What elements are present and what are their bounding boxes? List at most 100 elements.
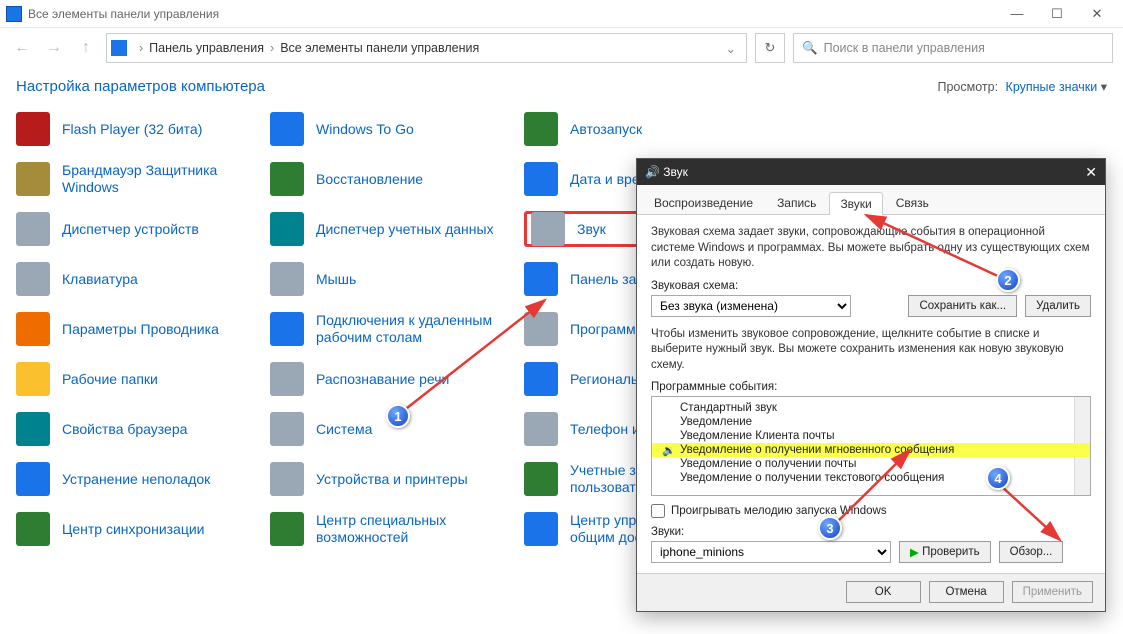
page-header: Настройка параметров компьютера Просмотр… <box>0 68 1123 111</box>
control-panel-item[interactable]: Распознавание речи <box>270 361 520 397</box>
annotation-marker-2: 2 <box>996 268 1020 292</box>
event-item[interactable]: 🔉Уведомление о получении мгновенного соо… <box>652 443 1090 457</box>
close-button[interactable]: ✕ <box>1077 2 1117 26</box>
up-button[interactable]: ↑ <box>74 36 98 60</box>
forward-button[interactable]: → <box>42 36 66 60</box>
control-panel-item[interactable]: Flash Player (32 бита) <box>16 111 266 147</box>
sound-select[interactable]: iphone_minions <box>651 541 891 563</box>
annotation-marker-1: 1 <box>386 404 410 428</box>
item-icon <box>16 362 50 396</box>
search-placeholder: Поиск в панели управления <box>824 41 985 55</box>
control-panel-item[interactable]: Диспетчер устройств <box>16 211 266 247</box>
sound-icon: 🔉 <box>662 444 676 457</box>
annotation-marker-3: 3 <box>818 516 842 540</box>
refresh-button[interactable]: ↻ <box>755 33 785 63</box>
browse-button[interactable]: Обзор... <box>999 541 1064 563</box>
event-item[interactable]: Уведомление Клиента почты <box>652 429 1090 443</box>
control-panel-item[interactable]: Автозапуск <box>524 111 774 147</box>
item-label: Распознавание речи <box>316 371 449 388</box>
control-panel-item[interactable]: Мышь <box>270 261 520 297</box>
breadcrumb-current[interactable]: Все элементы панели управления <box>280 41 479 55</box>
dialog-close-button[interactable]: ✕ <box>1085 164 1097 181</box>
control-panel-item[interactable]: Подключения к удаленным рабочим столам <box>270 311 520 347</box>
maximize-button[interactable]: ☐ <box>1037 2 1077 26</box>
item-icon <box>270 412 304 446</box>
events-listbox[interactable]: Стандартный звукУведомлениеУведомление К… <box>651 396 1091 496</box>
item-label: Мышь <box>316 271 356 288</box>
item-icon <box>16 262 50 296</box>
item-label: Восстановление <box>316 171 423 188</box>
item-icon <box>270 162 304 196</box>
search-input[interactable]: 🔍 Поиск в панели управления <box>793 33 1113 63</box>
item-label: Устройства и принтеры <box>316 471 468 488</box>
tab-Звуки[interactable]: Звуки <box>829 192 882 215</box>
play-startup-checkbox[interactable]: Проигрывать мелодию запуска Windows <box>651 504 1091 518</box>
apply-button[interactable]: Применить <box>1012 581 1093 603</box>
item-icon <box>270 362 304 396</box>
page-title: Настройка параметров компьютера <box>16 78 265 95</box>
item-icon <box>16 312 50 346</box>
dialog-title: Звук <box>663 165 688 179</box>
item-label: Подключения к удаленным рабочим столам <box>316 312 520 346</box>
control-panel-item[interactable]: Рабочие папки <box>16 361 266 397</box>
speaker-icon: 🔊 <box>645 165 660 179</box>
item-label: Свойства браузера <box>62 421 187 438</box>
item-label: Центр специальных возможностей <box>316 512 520 546</box>
scheme-label: Звуковая схема: <box>651 280 1091 292</box>
view-mode-selector[interactable]: Просмотр: Крупные значки ▾ <box>937 79 1107 94</box>
cancel-button[interactable]: Отмена <box>929 581 1004 603</box>
tab-Связь[interactable]: Связь <box>885 191 940 214</box>
breadcrumb[interactable]: › Панель управления › Все элементы панел… <box>106 33 747 63</box>
control-panel-item[interactable]: Центр специальных возможностей <box>270 511 520 547</box>
tab-Воспроизведение[interactable]: Воспроизведение <box>643 191 764 214</box>
item-label: Система <box>316 421 372 438</box>
item-icon <box>16 412 50 446</box>
control-panel-item[interactable]: Параметры Проводника <box>16 311 266 347</box>
item-icon <box>524 112 558 146</box>
tab-Запись[interactable]: Запись <box>766 191 827 214</box>
control-panel-item[interactable]: Восстановление <box>270 161 520 197</box>
item-icon <box>524 412 558 446</box>
item-icon <box>16 112 50 146</box>
delete-button[interactable]: Удалить <box>1025 295 1091 317</box>
control-panel-item[interactable]: Устранение неполадок <box>16 461 266 497</box>
item-icon <box>270 312 304 346</box>
save-as-button[interactable]: Сохранить как... <box>908 295 1017 317</box>
item-icon <box>16 162 50 196</box>
scheme-description: Звуковая схема задает звуки, сопровождаю… <box>651 225 1091 272</box>
breadcrumb-dropdown-icon[interactable]: ⌄ <box>720 41 742 56</box>
chevron-down-icon: ▾ <box>1101 80 1107 94</box>
event-item[interactable]: Стандартный звук <box>652 401 1090 415</box>
control-panel-item[interactable]: Windows To Go <box>270 111 520 147</box>
control-panel-item[interactable]: Устройства и принтеры <box>270 461 520 497</box>
dialog-titlebar: 🔊 Звук ✕ <box>637 159 1105 185</box>
control-panel-item[interactable]: Диспетчер учетных данных <box>270 211 520 247</box>
app-icon <box>6 6 22 22</box>
back-button[interactable]: ← <box>10 36 34 60</box>
window-titlebar: Все элементы панели управления — ☐ ✕ <box>0 0 1123 28</box>
control-panel-item[interactable]: Центр синхронизации <box>16 511 266 547</box>
item-icon <box>270 512 304 546</box>
item-icon <box>524 512 558 546</box>
test-button[interactable]: ▶ Проверить <box>899 541 991 563</box>
item-label: Диспетчер учетных данных <box>316 221 494 238</box>
item-icon <box>16 512 50 546</box>
item-icon <box>270 262 304 296</box>
scheme-select[interactable]: Без звука (изменена) <box>651 295 851 317</box>
event-item[interactable]: Уведомление <box>652 415 1090 429</box>
minimize-button[interactable]: — <box>997 2 1037 26</box>
item-label: Устранение неполадок <box>62 471 210 488</box>
item-label: Рабочие папки <box>62 371 158 388</box>
control-panel-item[interactable]: Брандмауэр Защитника Windows <box>16 161 266 197</box>
dialog-tabs: ВоспроизведениеЗаписьЗвукиСвязь <box>637 185 1105 215</box>
item-label: Windows To Go <box>316 121 414 138</box>
search-icon: 🔍 <box>802 41 818 56</box>
control-panel-icon <box>111 40 127 56</box>
control-panel-item[interactable]: Клавиатура <box>16 261 266 297</box>
ok-button[interactable]: OK <box>846 581 921 603</box>
event-item[interactable]: Уведомление о получении текстового сообщ… <box>652 471 1090 485</box>
item-label: Параметры Проводника <box>62 321 219 338</box>
breadcrumb-root[interactable]: Панель управления <box>149 41 264 55</box>
control-panel-item[interactable]: Свойства браузера <box>16 411 266 447</box>
event-item[interactable]: Уведомление о получении почты <box>652 457 1090 471</box>
